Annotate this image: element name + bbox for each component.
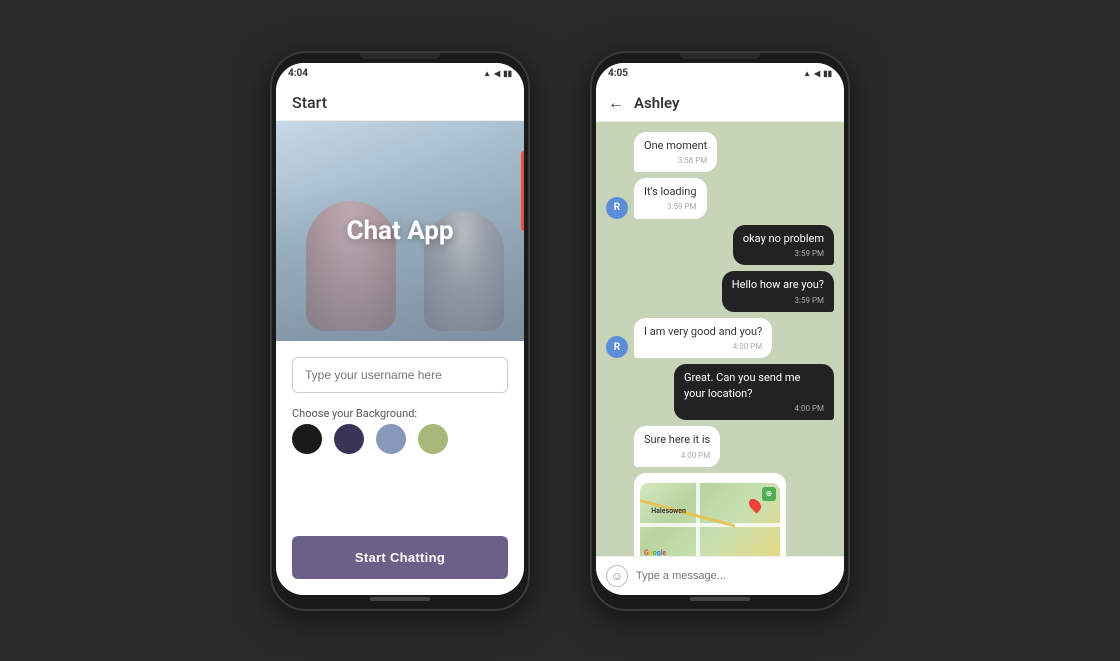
message-text: I am very good and you? [644, 325, 762, 338]
message-text: Great. Can you send me your location? [684, 371, 800, 399]
map-location-icon: ⊕ [762, 487, 776, 501]
avatar: R [606, 336, 628, 358]
bubble-map: Halesowen ⊕ Google 4:00 PM [634, 473, 786, 556]
bubble-received: I am very good and you? 4:00 PM [634, 318, 772, 359]
status-bar-right: 4:05 ▲ ◀ ▮▮ [596, 63, 844, 85]
message-row: Hello how are you? 3:59 PM [606, 271, 834, 312]
avatar: R [606, 197, 628, 219]
time-right: 4:05 [608, 68, 628, 79]
app-header-title: Start [292, 93, 327, 112]
swatch-dark-purple[interactable] [334, 424, 364, 454]
username-input[interactable] [292, 357, 508, 393]
swatch-olive-green[interactable] [418, 424, 448, 454]
chat-contact-name: Ashley [634, 94, 679, 112]
color-swatches [292, 424, 508, 454]
chat-header: ← Ashley [596, 85, 844, 122]
hero-overlay [276, 181, 524, 341]
message-time: 4:00 PM [644, 341, 762, 352]
message-time: 3:59 PM [732, 295, 824, 306]
status-icons-right: ▲ ◀ ▮▮ [803, 69, 832, 78]
right-phone: 4:05 ▲ ◀ ▮▮ ← Ashley One moment 3:58 PM [590, 51, 850, 611]
message-time: 3:59 PM [743, 248, 824, 259]
message-row: Halesowen ⊕ Google 4:00 PM [606, 473, 834, 556]
bg-chooser: Choose your Background: [292, 407, 508, 454]
bubble-received: Sure here it is 4:00 PM [634, 426, 720, 467]
map-road-h [640, 523, 780, 527]
message-text: One moment [644, 139, 707, 152]
back-button[interactable]: ← [608, 93, 624, 113]
message-row: R I am very good and you? 4:00 PM [606, 318, 834, 359]
chat-hero: Chat App [276, 121, 524, 341]
time-left: 4:04 [288, 68, 308, 79]
message-time: 3:58 PM [644, 155, 707, 166]
emoji-button[interactable]: ☺ [606, 565, 628, 587]
bubble-sent: okay no problem 3:59 PM [733, 225, 834, 266]
status-bar-left: 4:04 ▲ ◀ ▮▮ [276, 63, 524, 85]
hero-title: Chat App [346, 216, 453, 246]
chat-messages: One moment 3:58 PM R It's loading 3:59 P… [596, 122, 844, 556]
message-time: 4:00 PM [684, 403, 824, 414]
message-time: 4:00 PM [644, 450, 710, 461]
message-row: Sure here it is 4:00 PM [606, 426, 834, 467]
swatch-slate-blue[interactable] [376, 424, 406, 454]
left-phone: 4:04 ▲ ◀ ▮▮ Start Chat App Choose your B… [270, 51, 530, 611]
message-text: Sure here it is [644, 433, 710, 446]
message-text: Hello how are you? [732, 278, 824, 291]
message-row: okay no problem 3:59 PM [606, 225, 834, 266]
map-road-v [696, 483, 700, 556]
map-town-label: Halesowen [651, 507, 686, 517]
status-icons-left: ▲ ◀ ▮▮ [483, 69, 512, 78]
google-logo: Google [644, 549, 666, 555]
message-input[interactable] [636, 570, 834, 582]
bubble-sent: Hello how are you? 3:59 PM [722, 271, 834, 312]
message-row: One moment 3:58 PM [606, 132, 834, 173]
chat-form: Choose your Background: Start Chatting [276, 341, 524, 595]
message-row: R It's loading 3:59 PM [606, 178, 834, 219]
swatch-black[interactable] [292, 424, 322, 454]
app-header: Start [276, 85, 524, 121]
red-accent [521, 151, 524, 231]
map-pin-icon [747, 496, 764, 513]
bubble-received: One moment 3:58 PM [634, 132, 717, 173]
start-chatting-button[interactable]: Start Chatting [292, 536, 508, 579]
bg-label: Choose your Background: [292, 407, 508, 420]
map-preview: Halesowen ⊕ Google [640, 483, 780, 556]
chat-input-bar: ☺ [596, 556, 844, 595]
message-text: It's loading [644, 185, 697, 198]
message-time: 3:59 PM [644, 201, 697, 212]
message-row: Great. Can you send me your location? 4:… [606, 364, 834, 420]
bubble-received: It's loading 3:59 PM [634, 178, 707, 219]
message-text: okay no problem [743, 232, 824, 245]
bubble-sent: Great. Can you send me your location? 4:… [674, 364, 834, 420]
